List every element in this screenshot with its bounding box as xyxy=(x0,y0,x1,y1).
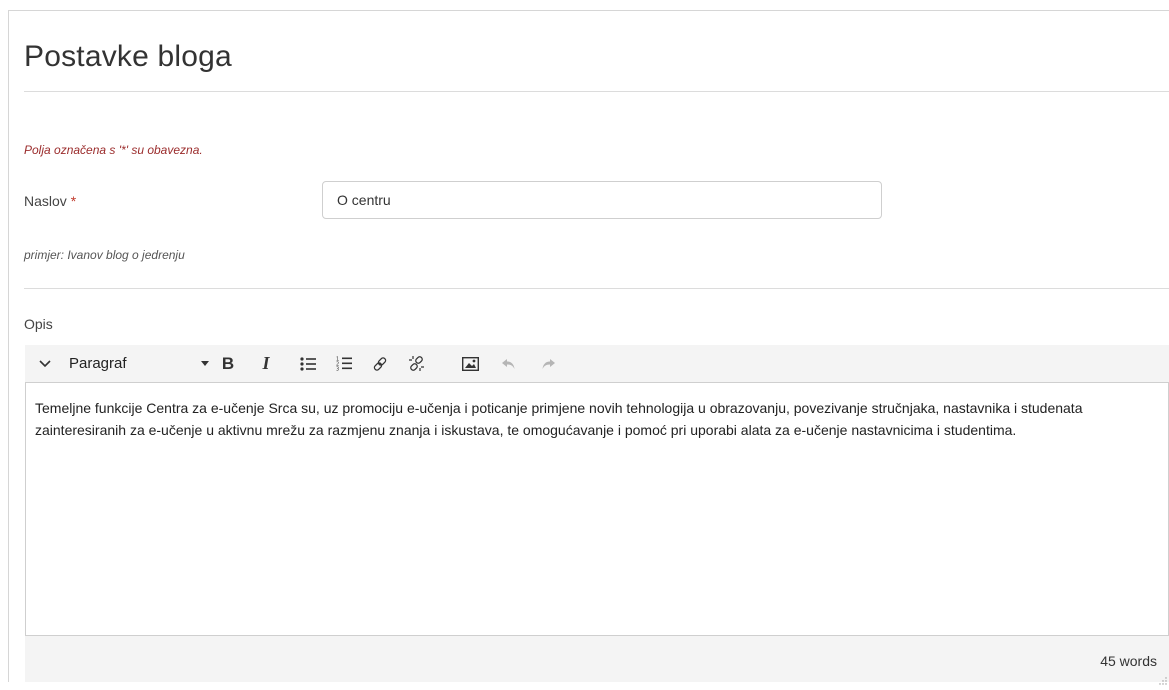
naslov-input[interactable]: O centru xyxy=(322,181,882,219)
opis-label: Opis xyxy=(24,316,53,332)
svg-text:3: 3 xyxy=(336,367,339,372)
link-icon[interactable] xyxy=(369,345,391,382)
chevron-down-icon[interactable] xyxy=(35,345,55,382)
undo-icon[interactable] xyxy=(497,345,519,382)
bullet-list-icon[interactable] xyxy=(297,345,319,382)
bold-button[interactable]: B xyxy=(217,345,239,382)
divider xyxy=(24,91,1169,92)
description-editor[interactable]: Temeljne funkcije Centra za e-učenje Src… xyxy=(25,382,1169,636)
required-mark: * xyxy=(70,193,77,209)
numbered-list-icon[interactable]: 1 2 3 xyxy=(333,345,355,382)
required-fields-note: Polja označena s '*' su obavezna. xyxy=(24,143,203,157)
unlink-icon[interactable] xyxy=(405,345,427,382)
format-select[interactable]: Paragraf xyxy=(69,345,209,382)
editor-statusbar: 45 words xyxy=(25,636,1169,685)
caret-down-icon xyxy=(201,361,209,366)
resize-handle-icon[interactable] xyxy=(1159,672,1167,685)
image-icon[interactable] xyxy=(459,345,481,382)
format-select-value: Paragraf xyxy=(69,355,127,372)
naslov-label: Naslov * xyxy=(24,193,76,209)
page-title: Postavke bloga xyxy=(24,40,232,73)
naslov-hint: primjer: Ivanov blog o jedrenju xyxy=(24,248,185,262)
naslov-label-text: Naslov xyxy=(24,193,67,209)
divider xyxy=(24,288,1169,289)
redo-icon[interactable] xyxy=(537,345,559,382)
word-count: 45 words xyxy=(1100,653,1157,669)
italic-button[interactable]: I xyxy=(255,345,277,382)
editor-toolbar: Paragraf B I 1 2 3 xyxy=(25,345,1169,382)
